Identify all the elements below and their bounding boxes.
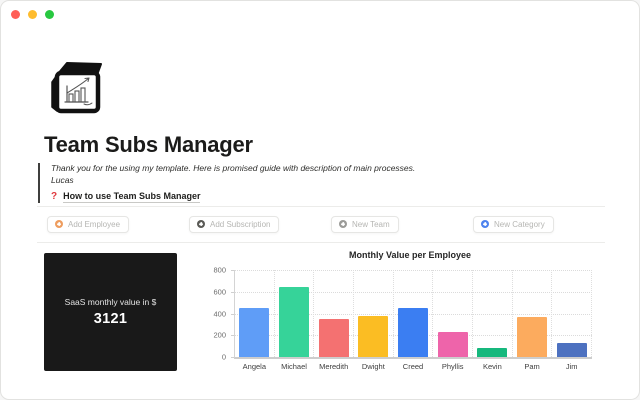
x-tick-label: Jim — [552, 362, 591, 371]
quote-block: Thank you for the using my template. Her… — [38, 163, 611, 203]
circle-plus-icon — [339, 220, 347, 228]
app-window: Team Subs Manager Thank you for the usin… — [0, 0, 640, 400]
chart-category-dwight: Dwight — [354, 270, 394, 357]
x-tick-label: Kevin — [473, 362, 512, 371]
y-tick-label: 400 — [213, 309, 226, 318]
cube-chart-logo-icon — [46, 58, 106, 116]
y-tick-label: 0 — [222, 353, 226, 362]
bar-michael — [279, 287, 309, 357]
bar-meredith — [319, 319, 349, 357]
x-tick-label: Phyllis — [433, 362, 472, 371]
saas-monthly-value-card: SaaS monthly value in $ 3121 — [44, 253, 177, 371]
chart-category-angela: Angela — [235, 270, 275, 357]
x-tick-label: Dwight — [354, 362, 393, 371]
chart-plot: AngelaMichaelMeredithDwightCreedPhyllisK… — [234, 270, 592, 359]
chart-category-meredith: Meredith — [314, 270, 354, 357]
x-tick-label: Angela — [235, 362, 274, 371]
button-label: Add Subscription — [210, 220, 270, 229]
chart-category-pam: Pam — [513, 270, 553, 357]
circle-plus-icon — [481, 220, 489, 228]
chart-category-creed: Creed — [394, 270, 434, 357]
bar-dwight — [358, 316, 388, 357]
divider — [37, 242, 605, 243]
summary-card-value: 3121 — [94, 311, 127, 327]
bar-angela — [239, 308, 269, 357]
x-tick-label: Michael — [275, 362, 314, 371]
window-controls — [11, 10, 54, 19]
y-tick-label: 200 — [213, 331, 226, 340]
circle-plus-icon — [197, 220, 205, 228]
bar-kevin — [477, 348, 507, 357]
circle-plus-icon — [55, 220, 63, 228]
monthly-value-chart: Monthly Value per Employee 0 200 400 600 800… — [214, 248, 606, 378]
quote-author: Lucas — [51, 175, 611, 187]
chart-category-michael: Michael — [275, 270, 315, 357]
chart-category-jim: Jim — [552, 270, 592, 357]
chart-y-axis: 0200400600800 — [214, 270, 231, 357]
button-label: New Team — [352, 220, 390, 229]
chart-category-kevin: Kevin — [473, 270, 513, 357]
bar-jim — [557, 343, 587, 357]
y-tick-label: 600 — [213, 287, 226, 296]
button-label: Add Employee — [68, 220, 120, 229]
page-title: Team Subs Manager — [44, 132, 253, 158]
zoom-button[interactable] — [45, 10, 54, 19]
minimize-button[interactable] — [28, 10, 37, 19]
x-tick-label: Pam — [513, 362, 552, 371]
bar-pam — [517, 317, 547, 357]
new-team-button[interactable]: New Team — [331, 216, 399, 233]
x-tick-label: Meredith — [314, 362, 353, 371]
chart-category-phyllis: Phyllis — [433, 270, 473, 357]
summary-card-label: SaaS monthly value in $ — [65, 297, 157, 307]
guide-page-row: ? How to use Team Subs Manager — [51, 191, 611, 203]
action-toolbar: Add Employee Add Subscription New Team N… — [37, 214, 605, 234]
quote-text: Thank you for the using my template. Her… — [51, 163, 611, 175]
chart-title: Monthly Value per Employee — [214, 250, 606, 260]
guide-page-link[interactable]: How to use Team Subs Manager — [63, 191, 200, 203]
bar-phyllis — [438, 332, 468, 357]
close-button[interactable] — [11, 10, 20, 19]
new-category-button[interactable]: New Category — [473, 216, 554, 233]
bar-creed — [398, 308, 428, 357]
button-label: New Category — [494, 220, 545, 229]
add-employee-button[interactable]: Add Employee — [47, 216, 129, 233]
question-mark-icon: ? — [51, 192, 57, 202]
add-subscription-button[interactable]: Add Subscription — [189, 216, 279, 233]
x-tick-label: Creed — [394, 362, 433, 371]
y-tick-label: 800 — [213, 266, 226, 275]
divider — [37, 206, 605, 207]
